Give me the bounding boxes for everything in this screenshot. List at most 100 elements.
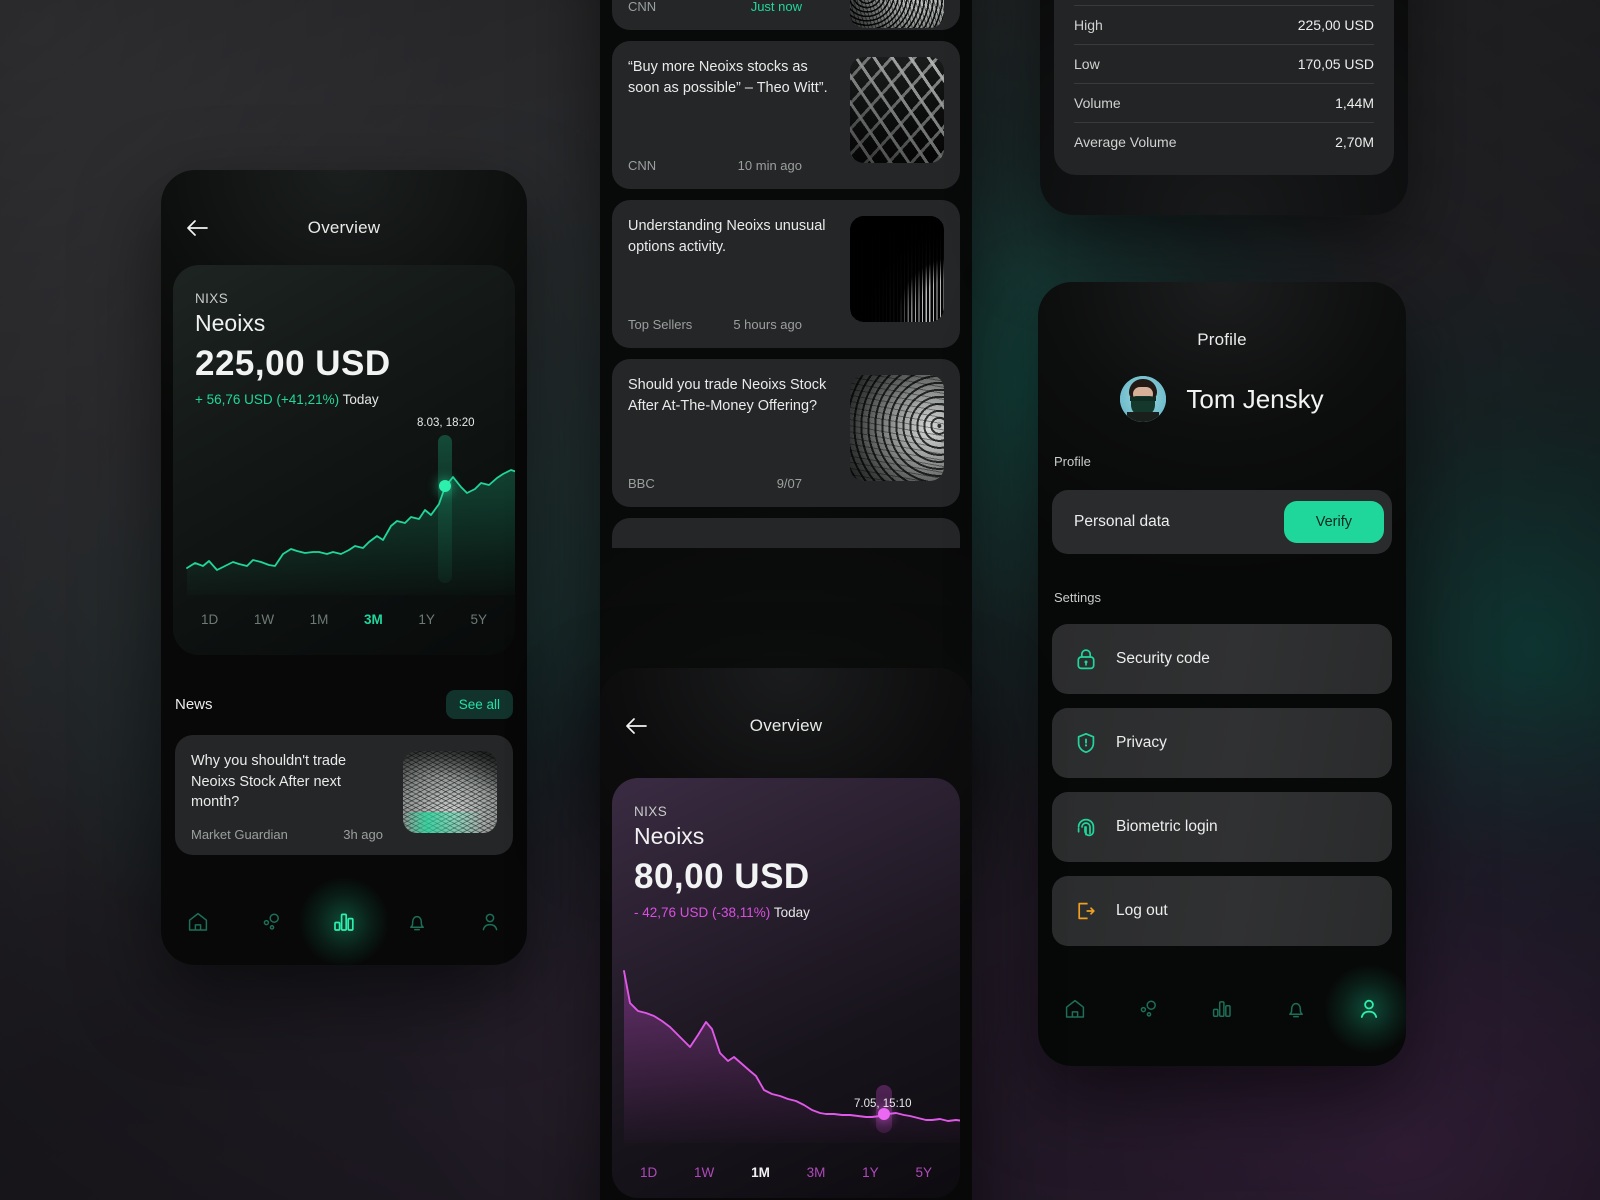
range-1y[interactable]: 1Y bbox=[418, 612, 435, 627]
explore-icon bbox=[263, 913, 279, 930]
range-1y[interactable]: 1Y bbox=[862, 1165, 879, 1180]
nav-home[interactable] bbox=[1051, 985, 1099, 1033]
chart-icon bbox=[334, 913, 354, 931]
price-change: + 56,76 USD (+41,21%) Today bbox=[195, 392, 493, 407]
news-source: Market Guardian bbox=[191, 826, 288, 842]
personal-data-row[interactable]: Personal data Verify bbox=[1052, 490, 1392, 554]
news-card[interactable]: Understanding Neoixs unusual options act… bbox=[612, 200, 960, 348]
range-1w[interactable]: 1W bbox=[694, 1165, 714, 1180]
price-value: 225,00 USD bbox=[195, 344, 391, 383]
see-all-button[interactable]: See all bbox=[445, 690, 513, 719]
personal-data-label: Personal data bbox=[1074, 513, 1170, 530]
shield-icon bbox=[1077, 732, 1095, 754]
settings-item-label: Log out bbox=[1116, 902, 1168, 919]
news-card[interactable]: Why you shouldn't trade Neoixs Stock Aft… bbox=[175, 735, 513, 855]
range-selector-green: 1D 1W 1M 3M 1Y 5Y bbox=[173, 612, 515, 627]
ticker-symbol: NIXS bbox=[634, 804, 668, 819]
stat-key: Low bbox=[1074, 56, 1100, 72]
section-label-settings: Settings bbox=[1054, 590, 1101, 605]
settings-item-biometric-login[interactable]: Biometric login bbox=[1052, 792, 1392, 862]
news-header: News See all bbox=[175, 690, 513, 719]
range-1d[interactable]: 1D bbox=[640, 1165, 657, 1180]
news-card[interactable]: overvalued CNN Just now bbox=[612, 0, 960, 30]
overview-purple-topbar: Overview bbox=[600, 694, 972, 758]
price-change-value: + 56,76 USD (+41,21%) bbox=[195, 392, 340, 407]
bell-icon bbox=[1288, 1002, 1303, 1018]
nav-profile[interactable] bbox=[466, 898, 514, 946]
news-time: 5 hours ago bbox=[733, 317, 802, 332]
settings-list: Security code Privacy Biometric login Lo… bbox=[1052, 624, 1392, 946]
nav-chart[interactable] bbox=[297, 876, 390, 965]
price-chart-green[interactable] bbox=[173, 435, 515, 595]
profile-icon bbox=[1361, 999, 1378, 1018]
nav-chart[interactable] bbox=[1198, 985, 1246, 1033]
range-5y[interactable]: 5Y bbox=[470, 612, 487, 627]
avatar[interactable] bbox=[1120, 376, 1167, 422]
news-thumbnail bbox=[850, 216, 944, 322]
news-headline: Should you trade Neoixs Stock After At-T… bbox=[628, 377, 827, 414]
news-card-partial[interactable] bbox=[612, 518, 960, 548]
range-1m[interactable]: 1M bbox=[310, 612, 329, 627]
stat-value: 1,44M bbox=[1335, 95, 1374, 111]
news-source: BBC bbox=[628, 476, 655, 491]
settings-item-privacy[interactable]: Privacy bbox=[1052, 708, 1392, 778]
company-name: Neoixs bbox=[195, 310, 266, 336]
bottom-nav-green bbox=[161, 876, 527, 965]
quote-chart-card-green: NIXS Neoixs 225,00 USD + 56,76 USD (+41,… bbox=[173, 265, 515, 655]
chart-tooltip-green: 8.03, 18:20 bbox=[417, 417, 475, 429]
page-title: Profile bbox=[1197, 330, 1247, 349]
nav-notifications[interactable] bbox=[1272, 985, 1320, 1033]
range-1w[interactable]: 1W bbox=[254, 612, 274, 627]
phone-profile: Profile Tom Jensky Profile Personal data… bbox=[1038, 282, 1406, 1066]
settings-item-label: Biometric login bbox=[1116, 818, 1218, 835]
settings-item-log-out[interactable]: Log out bbox=[1052, 876, 1392, 946]
range-3m[interactable]: 3M bbox=[364, 612, 383, 627]
price-chart-purple[interactable] bbox=[612, 963, 960, 1143]
settings-item-security-code[interactable]: Security code bbox=[1052, 624, 1392, 694]
price-change-value: - 42,76 USD (-38,11%) bbox=[634, 905, 771, 920]
nav-explore[interactable] bbox=[247, 898, 295, 946]
stat-key: Average Volume bbox=[1074, 134, 1177, 150]
stat-key: Volume bbox=[1074, 95, 1121, 111]
nav-explore[interactable] bbox=[1124, 985, 1172, 1033]
news-thumbnail bbox=[850, 0, 944, 28]
overview-green-topbar: Overview bbox=[161, 196, 527, 260]
stat-value: 225,00 USD bbox=[1297, 17, 1374, 33]
home-icon bbox=[1065, 999, 1084, 1018]
bell-icon bbox=[410, 915, 425, 931]
range-1d[interactable]: 1D bbox=[201, 612, 218, 627]
range-1m[interactable]: 1M bbox=[751, 1165, 770, 1180]
phone-overview-green: Overview NIXS Neoixs 225,00 USD + 56,76 … bbox=[161, 170, 527, 965]
chart-tooltip-purple: 7.05, 15:10 bbox=[854, 1098, 912, 1110]
phone-stats: Open 176,02 USD High 225,00 USD Low 170,… bbox=[1040, 0, 1408, 215]
profile-user: Tom Jensky bbox=[1038, 376, 1406, 422]
news-time: Just now bbox=[750, 0, 802, 14]
news-source: Top Sellers bbox=[628, 317, 693, 332]
price-change-period: Today bbox=[773, 905, 810, 920]
ticker-symbol: NIXS bbox=[195, 291, 229, 306]
chart-marker-dot-green bbox=[439, 480, 451, 492]
price-change: - 42,76 USD (-38,11%) Today bbox=[634, 905, 938, 920]
news-time: 9/07 bbox=[776, 476, 802, 491]
news-time: 3h ago bbox=[343, 826, 383, 842]
nav-home[interactable] bbox=[174, 898, 222, 946]
news-thumbnail bbox=[850, 375, 944, 481]
page-title: Overview bbox=[307, 218, 381, 237]
news-card[interactable]: Should you trade Neoixs Stock After At-T… bbox=[612, 359, 960, 507]
verify-button[interactable]: Verify bbox=[1283, 501, 1384, 543]
stats-card: Open 176,02 USD High 225,00 USD Low 170,… bbox=[1054, 0, 1394, 175]
news-card[interactable]: “Buy more Neoixs stocks as soon as possi… bbox=[612, 41, 960, 189]
stat-row: Low 170,05 USD bbox=[1074, 45, 1374, 84]
range-5y[interactable]: 5Y bbox=[915, 1165, 932, 1180]
nav-profile[interactable] bbox=[1323, 963, 1406, 1055]
news-feed-list: overvalued CNN Just now “Buy more Neoixs… bbox=[612, 0, 960, 548]
range-3m[interactable]: 3M bbox=[807, 1165, 826, 1180]
nav-notifications[interactable] bbox=[393, 898, 441, 946]
news-source: CNN bbox=[628, 0, 657, 14]
stat-row: Average Volume 2,70M bbox=[1074, 123, 1374, 161]
company-name: Neoixs bbox=[634, 823, 705, 849]
news-time: 10 min ago bbox=[737, 158, 802, 173]
settings-item-label: Privacy bbox=[1116, 734, 1167, 751]
chart-scrubber-green[interactable] bbox=[438, 435, 452, 583]
news-headline: Why you shouldn't trade Neoixs Stock Aft… bbox=[191, 753, 347, 811]
